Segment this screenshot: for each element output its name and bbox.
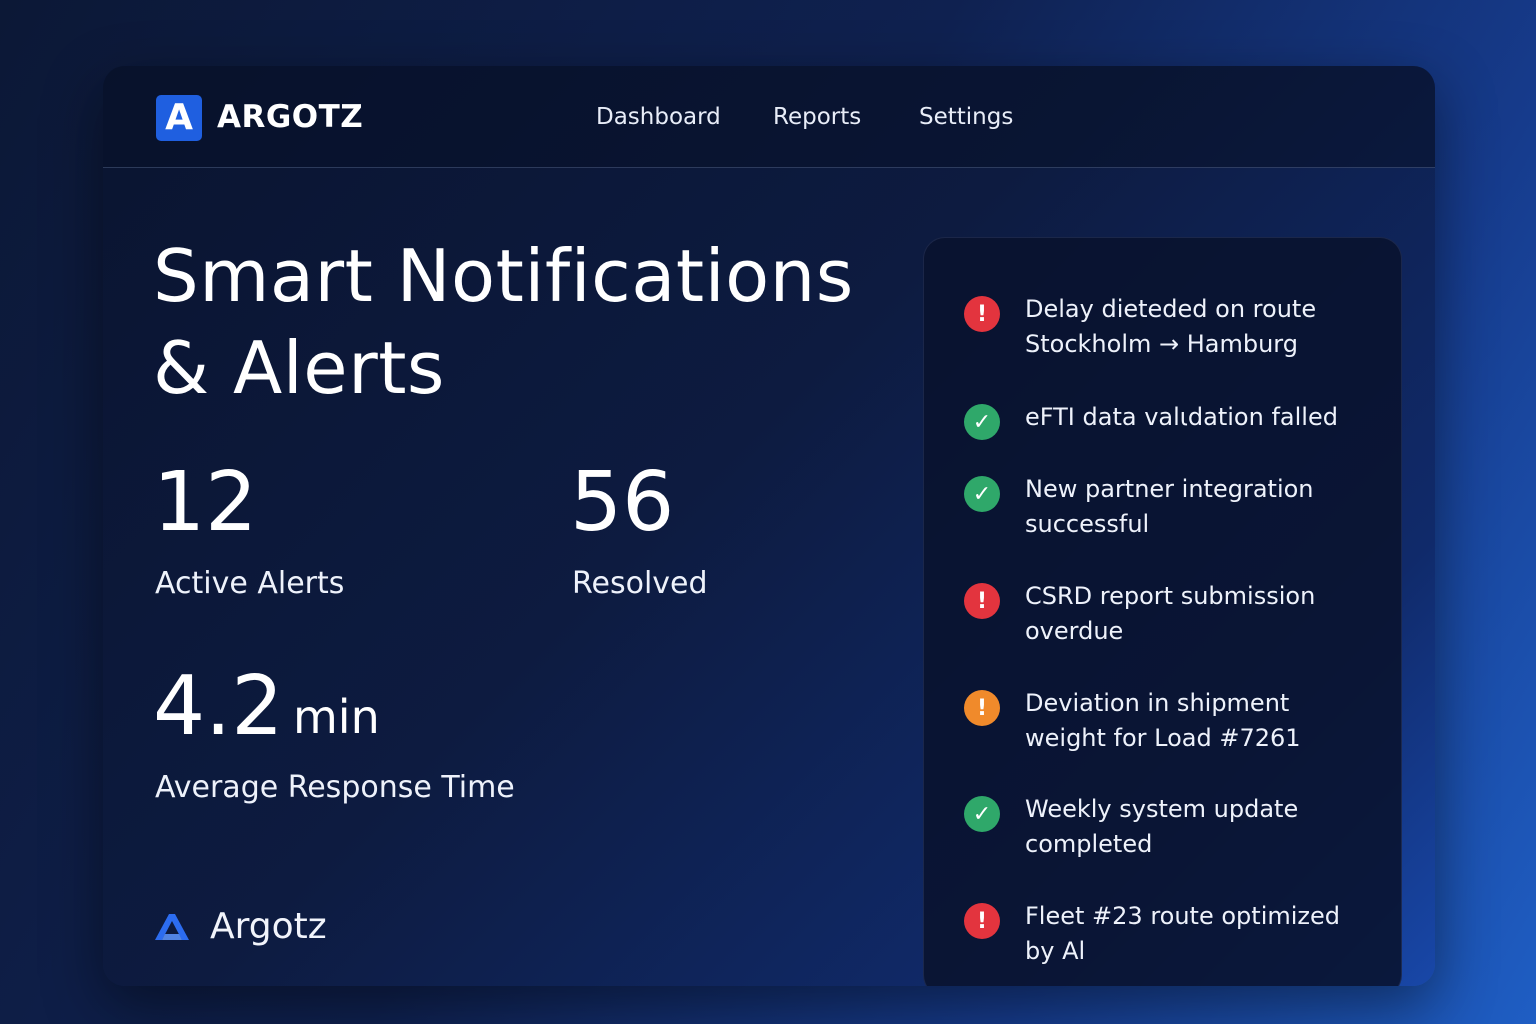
notification-text: Weekly system update completed [1025,795,1299,858]
logo-icon[interactable]: A [156,95,202,141]
exclamation-icon: ! [964,690,1000,726]
active-alerts-value: 12 [153,455,258,550]
page-title: Smart Notifications & Alerts [153,230,854,414]
resolved-label: Resolved [572,566,708,601]
brand-name[interactable]: ARGOTZ [217,99,363,135]
notification-text: eFTI data valιdation falled [1025,403,1338,431]
notification-text: Deviation in shipment weight for Load #7… [1025,689,1301,752]
active-alerts-label: Active Alerts [155,566,345,601]
response-time-value: 4.2 [153,659,284,754]
exclamation-icon: ! [964,583,1000,619]
notifications-panel: ! Delay dieteded on route Stockholm → Ha… [923,237,1402,986]
footer-logo-icon [153,912,191,946]
notification-text: New partner integration successful [1025,475,1314,538]
response-time-label: Average Response Time [155,770,515,805]
exclamation-icon: ! [964,296,1000,332]
resolved-value: 56 [570,455,675,550]
notification-text: Delay dieteded on route Stockholm → Hamb… [1025,295,1317,358]
notification-text: Fleet #23 route optimized by Al [1025,902,1340,965]
checkmark-icon: ✓ [964,796,1000,832]
footer-brand-name: Argotz [210,906,327,947]
exclamation-icon: ! [964,903,1000,939]
top-navigation-bar: A ARGOTZ Dashboard Reports Settings [103,66,1435,168]
page-title-line-2: & Alerts [153,326,445,410]
page-title-line-1: Smart Notifications [153,234,854,318]
nav-dashboard[interactable]: Dashboard [596,104,721,130]
response-time-unit: min [293,690,380,744]
app-window: A ARGOTZ Dashboard Reports Settings Smar… [103,66,1435,986]
nav-settings[interactable]: Settings [919,104,1013,130]
nav-reports[interactable]: Reports [773,104,861,130]
notification-text: CSRD report submission overdue [1025,582,1316,645]
logo-letter: A [165,97,193,138]
checkmark-icon: ✓ [964,404,1000,440]
checkmark-icon: ✓ [964,476,1000,512]
